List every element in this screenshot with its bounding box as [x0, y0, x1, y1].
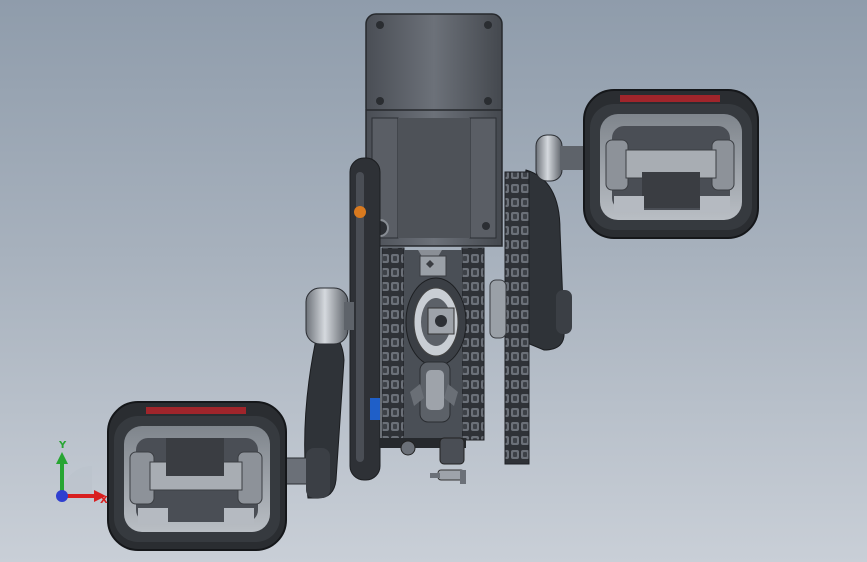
motor-block[interactable]: [365, 13, 503, 247]
bearing-housing[interactable]: [405, 277, 467, 367]
left-crank-arm[interactable]: [281, 287, 354, 499]
x-axis-label: X: [100, 495, 108, 506]
left-pedal[interactable]: [107, 401, 287, 551]
right-pedal[interactable]: [583, 89, 759, 239]
z-axis-dot: [56, 490, 68, 502]
left-chainring[interactable]: [349, 157, 381, 481]
cad-model-view[interactable]: Y X: [0, 0, 867, 562]
bottom-linkage[interactable]: [380, 437, 466, 484]
orientation-triad: Y X: [56, 440, 108, 506]
y-axis-label: Y: [58, 440, 67, 451]
cad-viewport[interactable]: Y X: [0, 0, 867, 562]
